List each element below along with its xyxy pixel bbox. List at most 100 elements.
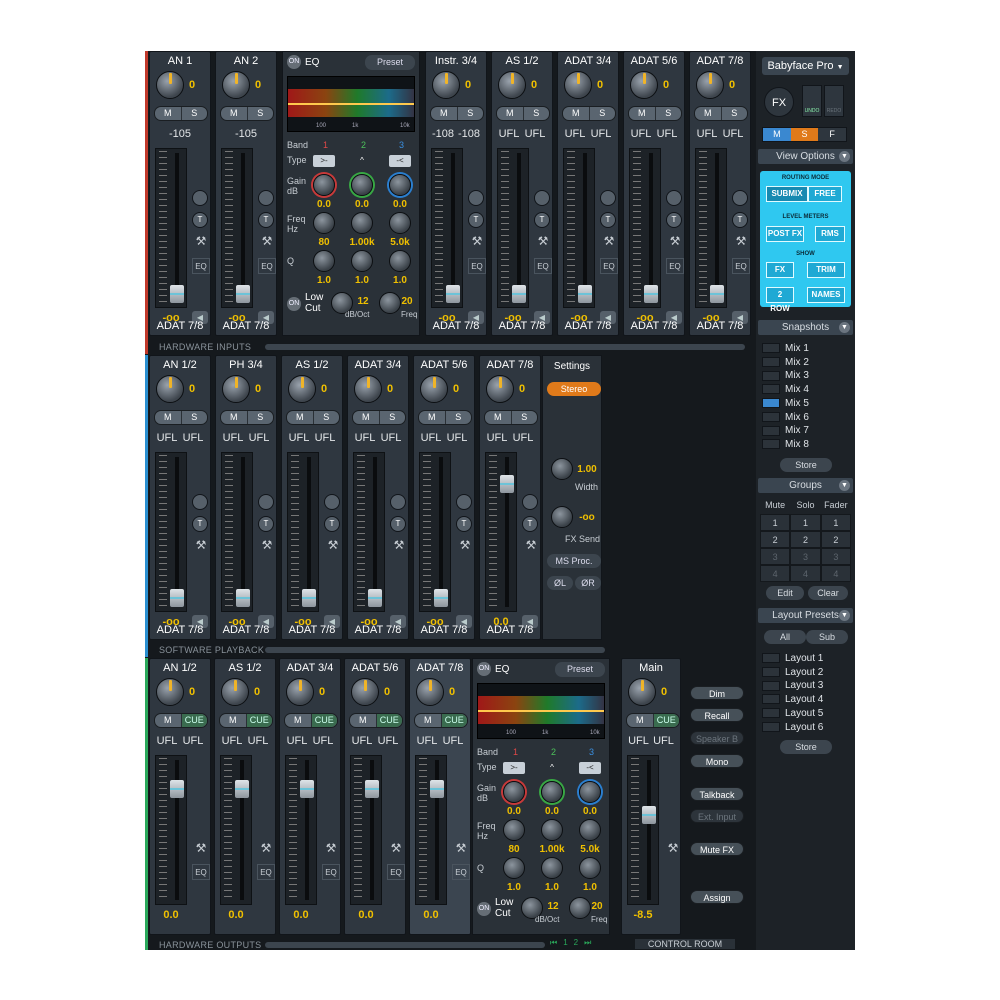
- eq-button[interactable]: EQ: [600, 258, 618, 274]
- cue-button[interactable]: CUE: [376, 714, 402, 727]
- control-room-dim-button[interactable]: Dim: [690, 686, 744, 700]
- mute-button[interactable]: M: [155, 107, 182, 120]
- gain-knob[interactable]: [354, 375, 382, 403]
- routing-target[interactable]: ADAT 7/8: [216, 624, 276, 636]
- eq-button[interactable]: EQ: [192, 258, 210, 274]
- control-room-mute-fx-button[interactable]: Mute FX: [690, 842, 744, 856]
- eq-button[interactable]: EQ: [257, 864, 275, 880]
- fader-cap[interactable]: [644, 285, 658, 303]
- eq-button[interactable]: EQ: [732, 258, 750, 274]
- fader-cap[interactable]: [578, 285, 592, 303]
- mute-button[interactable]: M: [155, 714, 182, 727]
- wrench-icon[interactable]: ⚒: [387, 841, 405, 857]
- trim-button[interactable]: T: [324, 516, 340, 532]
- fader-cap[interactable]: [446, 285, 460, 303]
- wrench-icon[interactable]: ⚒: [258, 538, 276, 554]
- routing-target[interactable]: ADAT 7/8: [624, 320, 684, 332]
- gain-knob[interactable]: [221, 678, 249, 706]
- control-room-assign-button[interactable]: Assign: [690, 890, 744, 904]
- control-room-talkback-button[interactable]: Talkback: [690, 787, 744, 801]
- fader[interactable]: [155, 148, 187, 308]
- mute-button[interactable]: M: [287, 411, 314, 424]
- control-room-ext-input-button[interactable]: Ext. Input: [690, 809, 744, 823]
- trim-button[interactable]: T: [390, 516, 406, 532]
- fader-cap[interactable]: [170, 780, 184, 798]
- trim-button[interactable]: T: [192, 516, 208, 532]
- pan-dot-button[interactable]: [534, 190, 550, 206]
- pan-dot-button[interactable]: [732, 190, 748, 206]
- fader-cap[interactable]: [236, 285, 250, 303]
- routing-target[interactable]: ADAT 7/8: [492, 320, 552, 332]
- eq-knob[interactable]: [351, 174, 373, 196]
- channel-name[interactable]: ADAT 5/6: [345, 661, 405, 675]
- device-selector[interactable]: Babyface Pro ▼: [762, 57, 849, 75]
- filter-type-button[interactable]: ^: [541, 762, 563, 774]
- fader-cap[interactable]: [368, 589, 382, 607]
- eq-knob[interactable]: [579, 781, 601, 803]
- channel-name[interactable]: ADAT 3/4: [558, 54, 618, 68]
- free-button[interactable]: FREE: [808, 186, 842, 202]
- gain-knob[interactable]: [288, 375, 316, 403]
- wrench-icon[interactable]: ⚒: [322, 841, 340, 857]
- fader-cap[interactable]: [500, 475, 514, 493]
- mute-button[interactable]: M: [563, 107, 590, 120]
- layout-sub-button[interactable]: Sub: [806, 630, 848, 644]
- group-slot[interactable]: 1: [820, 514, 851, 531]
- group-slot[interactable]: 4: [820, 565, 851, 582]
- snapshot-item[interactable]: Mix 2: [762, 356, 850, 369]
- show-trim-button[interactable]: TRIM: [807, 262, 845, 278]
- channel-name[interactable]: AN 1: [150, 54, 210, 68]
- trim-button[interactable]: T: [666, 212, 682, 228]
- eq-knob[interactable]: [579, 857, 601, 879]
- snapshot-item[interactable]: Mix 1: [762, 342, 850, 355]
- mute-button[interactable]: M: [221, 107, 248, 120]
- wrench-icon[interactable]: ⚒: [192, 841, 210, 857]
- eq-button[interactable]: EQ: [534, 258, 552, 274]
- eq-button[interactable]: EQ: [452, 864, 470, 880]
- playback-scrollbar[interactable]: [265, 647, 605, 653]
- groups-edit-button[interactable]: Edit: [766, 586, 804, 600]
- eq-power-button[interactable]: ON: [477, 662, 491, 676]
- channel-name[interactable]: AN 2: [216, 54, 276, 68]
- eq-button[interactable]: EQ: [468, 258, 486, 274]
- mute-master-button[interactable]: M: [763, 128, 791, 141]
- channel-name[interactable]: ADAT 5/6: [414, 358, 474, 372]
- routing-target[interactable]: ADAT 7/8: [558, 320, 618, 332]
- wrench-icon[interactable]: ⚒: [258, 234, 276, 250]
- fader-cap[interactable]: [236, 589, 250, 607]
- group-slot[interactable]: 3: [760, 548, 791, 565]
- fx-button[interactable]: FX: [764, 87, 794, 117]
- layout-store-button[interactable]: Store: [780, 740, 832, 754]
- eq-knob[interactable]: [503, 857, 525, 879]
- gain-knob[interactable]: [486, 375, 514, 403]
- mute-button[interactable]: M: [155, 411, 182, 424]
- routing-target[interactable]: ADAT 7/8: [414, 624, 474, 636]
- gain-knob[interactable]: [628, 678, 656, 706]
- mute-button[interactable]: M: [627, 714, 654, 727]
- solo-button[interactable]: S: [182, 411, 208, 424]
- group-slot[interactable]: 1: [790, 514, 821, 531]
- eq-preset-dropdown[interactable]: Preset: [555, 662, 605, 677]
- eq-knob[interactable]: [541, 781, 563, 803]
- wrench-icon[interactable]: ⚒: [192, 538, 210, 554]
- group-slot[interactable]: 3: [820, 548, 851, 565]
- page-1-button[interactable]: 1: [563, 938, 567, 950]
- groups-clear-button[interactable]: Clear: [808, 586, 848, 600]
- solo-button[interactable]: S: [722, 107, 748, 120]
- wrench-icon[interactable]: ⚒: [600, 234, 618, 250]
- snapshot-item[interactable]: Mix 7: [762, 424, 850, 437]
- undo-button[interactable]: UNDO: [802, 85, 822, 117]
- inputs-scrollbar[interactable]: [265, 344, 745, 350]
- channel-name[interactable]: AS 1/2: [215, 661, 275, 675]
- fader[interactable]: [155, 452, 187, 612]
- lowcut-power-button[interactable]: ON: [477, 902, 491, 916]
- trim-button[interactable]: T: [258, 212, 274, 228]
- pan-dot-button[interactable]: [192, 190, 208, 206]
- fader[interactable]: [287, 452, 319, 612]
- cue-button[interactable]: CUE: [441, 714, 467, 727]
- cue-button[interactable]: CUE: [653, 714, 679, 727]
- solo-button[interactable]: S: [446, 411, 472, 424]
- routing-target[interactable]: ADAT 7/8: [150, 624, 210, 636]
- eq-knob[interactable]: [541, 819, 563, 841]
- channel-name[interactable]: AS 1/2: [282, 358, 342, 372]
